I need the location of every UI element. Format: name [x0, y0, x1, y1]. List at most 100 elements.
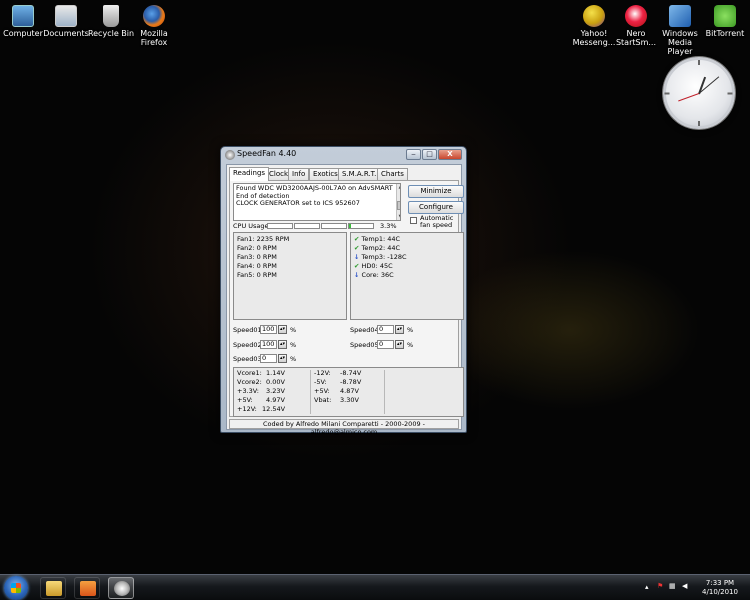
- desktop-icon-nero[interactable]: Nero StartSm...: [613, 5, 659, 47]
- speed01-input[interactable]: 100: [260, 325, 277, 334]
- log-box[interactable]: Found WDC WD3200AAJS-00L7A0 on AdvSMART …: [233, 183, 401, 221]
- minimize-button[interactable]: Minimize: [408, 185, 464, 198]
- speed04-input[interactable]: 0: [377, 325, 394, 334]
- temp-reading: Temp3: -128C: [361, 253, 407, 261]
- speed01-spinner[interactable]: ▴▾: [278, 325, 287, 334]
- speed03-spinner[interactable]: ▴▾: [278, 354, 287, 363]
- show-hidden-icons-icon[interactable]: ▴: [645, 583, 649, 591]
- voltage-value: -8.74V: [340, 369, 362, 377]
- taskbar-speedfan[interactable]: [108, 577, 134, 599]
- voltage-name: Vcore2:: [237, 378, 262, 386]
- speed02-spinner[interactable]: ▴▾: [278, 340, 287, 349]
- clock-gadget[interactable]: [663, 57, 735, 129]
- temp-row: ↓ Temp3: -128C: [354, 254, 407, 261]
- desktop-icon-label: Nero StartSm...: [615, 29, 657, 47]
- voltage-reading: Vcore1:: [237, 370, 262, 377]
- speed03-input[interactable]: 0: [260, 354, 277, 363]
- temperatures-panel: ✔ Temp1: 44C ✔ Temp2: 44C ↓ Temp3: -128C…: [350, 232, 464, 320]
- clock-second-hand: [678, 93, 700, 102]
- desktop-icon-label: Documents: [43, 29, 89, 38]
- temp-reading: HD0: 45C: [361, 262, 393, 270]
- speed04-spinner[interactable]: ▴▾: [395, 325, 404, 334]
- desktop-icon-label: Computer: [3, 29, 43, 38]
- cpu-usage-value: 3.3%: [380, 222, 397, 230]
- scroll-up-icon[interactable]: ▲: [397, 184, 400, 191]
- speed02-unit: %: [290, 341, 297, 349]
- voltage-name: +3.3V:: [237, 387, 259, 395]
- automatic-fan-speed-checkbox[interactable]: [410, 217, 417, 224]
- status-bar: Coded by Alfredo Milani Comparetti - 200…: [229, 419, 459, 436]
- check-icon: ✔: [354, 235, 360, 243]
- tab-readings[interactable]: Readings: [229, 167, 270, 181]
- voltage-name: Vbat:: [314, 396, 332, 404]
- speed05-spinner[interactable]: ▴▾: [395, 340, 404, 349]
- desktop-icon-yahoo-messenger[interactable]: Yahoo! Messeng...: [571, 5, 617, 47]
- network-icon[interactable]: ▦: [669, 582, 676, 590]
- media-player-icon: [80, 581, 96, 596]
- desktop-icon-documents[interactable]: Documents: [43, 5, 89, 38]
- temp-reading: Core: 36C: [361, 271, 394, 279]
- cpu-usage-bar: [267, 223, 293, 229]
- close-window-button[interactable]: X: [438, 149, 462, 160]
- taskbar-clock[interactable]: 7:33 PM 4/10/2010: [700, 579, 740, 597]
- desktop-icon-label: Mozilla Firefox: [140, 29, 168, 47]
- scroll-thumb[interactable]: [397, 201, 400, 210]
- windows-logo-icon: [11, 583, 21, 593]
- computer-icon: [12, 5, 34, 27]
- tab-smart[interactable]: S.M.A.R.T.: [338, 168, 381, 180]
- configure-button[interactable]: Configure: [408, 201, 464, 214]
- fan-icon: [225, 150, 235, 160]
- cpu-usage-fill: [349, 224, 352, 228]
- tab-charts[interactable]: Charts: [377, 168, 408, 180]
- fan-reading: Fan3: 0 RPM: [237, 253, 277, 261]
- clock-tick: [698, 121, 700, 126]
- check-icon: ✔: [354, 244, 360, 252]
- voltage-name: +5V:: [237, 396, 253, 404]
- desktop-icon-recycle-bin[interactable]: Recycle Bin: [86, 5, 136, 38]
- title-bar[interactable]: SpeedFan 4.40 ‒ □ X: [221, 147, 466, 163]
- desktop-icon-label: Windows Media Player: [662, 29, 698, 56]
- maximize-window-button[interactable]: □: [422, 149, 437, 160]
- minimize-window-button[interactable]: ‒: [406, 149, 421, 160]
- explorer-icon: [46, 581, 62, 596]
- speed05-input[interactable]: 0: [377, 340, 394, 349]
- recycle-bin-icon: [103, 5, 119, 27]
- yahoo-messenger-icon: [583, 5, 605, 27]
- desktop-icon-firefox[interactable]: Mozilla Firefox: [131, 5, 177, 47]
- temp-row: ✔ HD0: 45C: [354, 263, 393, 270]
- check-icon: ✔: [354, 262, 360, 270]
- voltage-name: +5V:: [314, 387, 330, 395]
- readings-panel: Found WDC WD3200AAJS-00L7A0 on AdvSMART …: [229, 180, 464, 417]
- log-scrollbar[interactable]: ▲ ▼: [396, 184, 400, 220]
- automatic-fan-speed-label: Automatic fan speed: [420, 214, 454, 229]
- start-button[interactable]: [4, 576, 28, 600]
- speed05-unit: %: [407, 341, 414, 349]
- nero-icon: [625, 5, 647, 27]
- speedfan-icon: [114, 581, 130, 596]
- speed02-input[interactable]: 100: [260, 340, 277, 349]
- cpu-usage-bar: [348, 223, 374, 229]
- volume-icon[interactable]: ◀: [682, 582, 687, 590]
- documents-icon: [55, 5, 77, 27]
- taskbar-explorer[interactable]: [40, 577, 66, 599]
- voltage-value: 12.54V: [262, 405, 286, 413]
- desktop-icon-computer[interactable]: Computer: [0, 5, 46, 38]
- tab-exotics[interactable]: Exotics: [309, 168, 342, 180]
- voltage-value: 3.23V: [266, 387, 285, 395]
- taskbar-media-player[interactable]: [74, 577, 100, 599]
- action-center-flag-icon[interactable]: ⚑: [657, 582, 663, 590]
- media-player-icon: [669, 5, 691, 27]
- desktop-icon-bittorrent[interactable]: BitTorrent: [702, 5, 748, 38]
- temp-row: ✔ Temp1: 44C: [354, 236, 400, 243]
- desktop-icon-media-player[interactable]: Windows Media Player: [657, 5, 703, 56]
- temp-reading: Temp2: 44C: [361, 244, 401, 252]
- taskbar-date: 4/10/2010: [702, 588, 738, 596]
- tab-info[interactable]: Info: [288, 168, 310, 180]
- speedfan-window[interactable]: SpeedFan 4.40 ‒ □ X Readings Clock Info …: [220, 146, 467, 436]
- voltage-value: 1.14V: [266, 369, 285, 377]
- scroll-down-icon[interactable]: ▼: [397, 214, 400, 220]
- speed04-unit: %: [407, 326, 414, 334]
- divider: [310, 370, 311, 414]
- clock-tick: [727, 92, 733, 95]
- desktop-icon-label: Yahoo! Messeng...: [572, 29, 616, 47]
